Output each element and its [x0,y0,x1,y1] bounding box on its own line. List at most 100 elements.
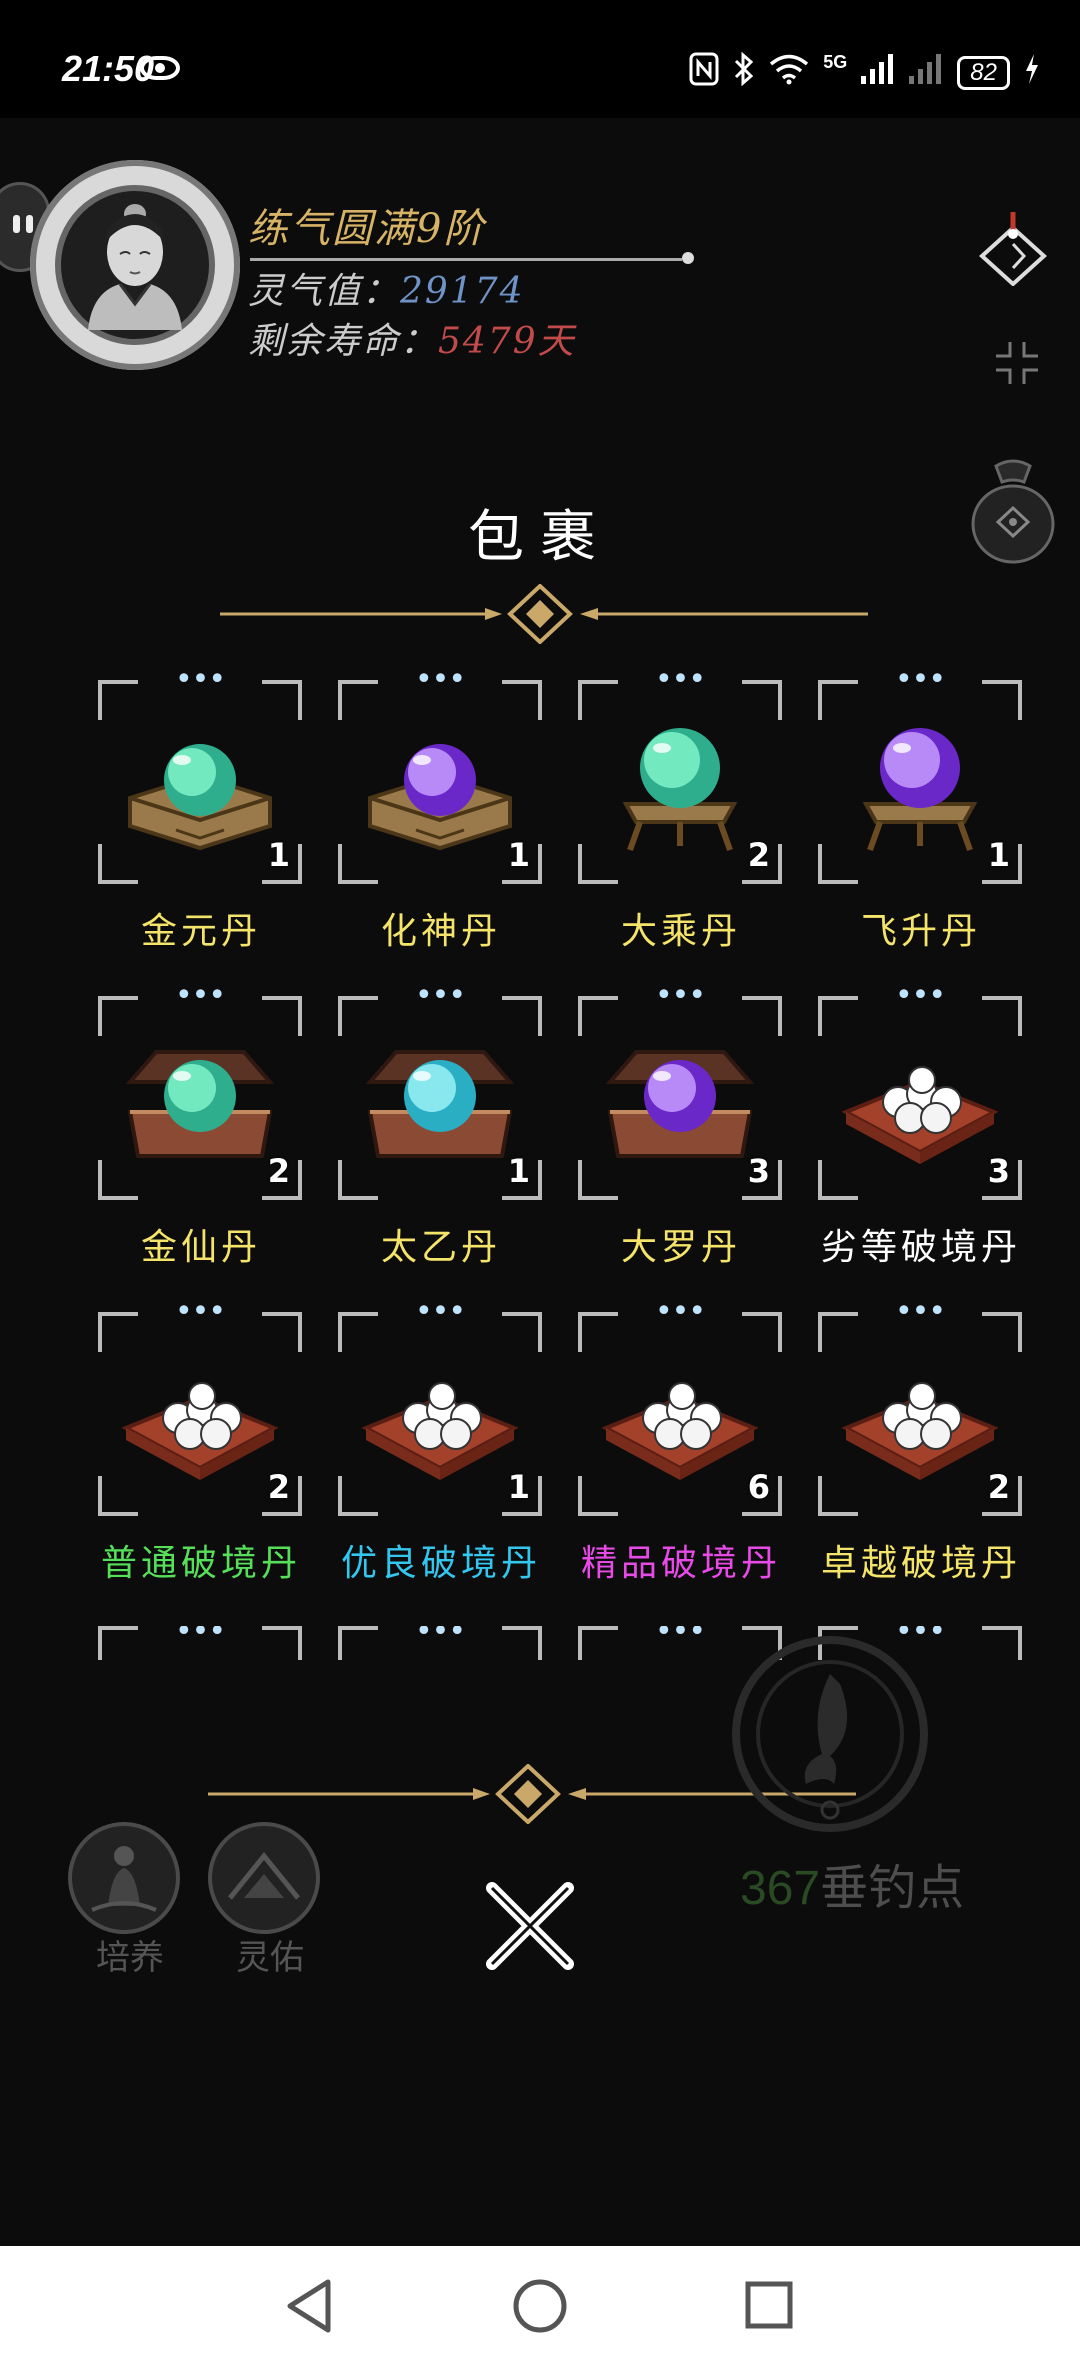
more-options-icon[interactable]: ••• [578,1297,782,1327]
status-icons: 5G 82 [689,51,1040,93]
inventory-slot[interactable]: ••• 1 [338,665,542,884]
home-icon[interactable] [512,2278,568,2334]
pills-cushion-icon [116,1338,284,1488]
inventory-slot[interactable]: ••• 2 [578,665,782,884]
item-name: 普通破境丹 [100,1543,301,1584]
more-options-icon[interactable]: ••• [578,981,782,1011]
item-count: 3 [987,1152,1010,1190]
item-name: 金仙丹 [140,1227,261,1268]
lifespan-value: 5479天 [438,321,576,362]
bluetooth-icon [733,51,755,93]
purple-orb-chest-icon [596,1022,764,1172]
inventory-slot[interactable]: ••• 1 [818,665,1022,884]
inventory-slot[interactable]: ••• 1 [338,981,542,1200]
item-name: 太乙丹 [380,1227,501,1268]
more-options-icon[interactable]: ••• [338,1626,542,1647]
item-count: 1 [507,1468,530,1506]
realm-progress-line [250,258,682,261]
diamond-menu-icon[interactable] [978,210,1048,290]
lifespan-label: 剩余寿命： [248,321,439,362]
item-name: 卓越破境丹 [820,1543,1021,1584]
item-count: 2 [987,1468,1010,1506]
item-name: 飞升丹 [860,911,981,952]
collapse-icon[interactable] [992,338,1042,392]
inventory-slot[interactable]: ••• 1 [98,665,302,884]
blessing-button[interactable] [208,1822,320,1934]
more-options-icon[interactable]: ••• [818,981,1022,1011]
blessing-label: 灵佑 [236,1938,304,1978]
item-count: 3 [747,1152,770,1190]
system-nav-bar [0,2246,1080,2363]
cyan-orb-chest-icon [356,1022,524,1172]
more-options-icon[interactable]: ••• [338,1297,542,1327]
fishing-points-label: 垂钓点 [820,1862,965,1915]
network-label: 5G [823,52,848,72]
spirit-value: 29174 [400,271,525,312]
cultivator-portrait-icon [88,204,182,330]
recents-icon[interactable] [744,2280,794,2330]
item-count: 2 [267,1152,290,1190]
green-orb-stand-icon [596,706,764,856]
inventory-slot[interactable]: ••• 2 [98,1297,302,1516]
signal-icon [861,54,895,91]
player-avatar[interactable] [30,160,240,370]
item-name: 优良破境丹 [340,1543,541,1584]
battery-level: 82 [957,55,1010,90]
cultivate-label: 培养 [96,1938,164,1978]
inventory-slot[interactable]: ••• 6 [578,1297,782,1516]
avatar-frame [55,185,215,345]
purple-orb-box-icon [356,706,524,856]
more-options-icon[interactable]: ••• [338,665,542,695]
eye-icon [140,56,180,80]
green-orb-box-icon [116,706,284,856]
item-count: 1 [507,1152,530,1190]
pills-cushion-icon [356,1338,524,1488]
item-name: 精品破境丹 [580,1543,781,1584]
pills-cushion-icon [836,1022,1004,1172]
close-button[interactable] [480,1876,580,1976]
inventory-slot-partial[interactable]: ••• [338,1626,542,1660]
more-options-icon[interactable]: ••• [98,1626,302,1647]
more-options-icon[interactable]: ••• [98,981,302,1011]
top-ornament-divider [220,584,868,644]
more-options-icon[interactable]: ••• [578,665,782,695]
meditating-figure-icon [91,1846,157,1912]
fishing-points: 367垂钓点 [740,1848,964,1918]
realm-progress-marker [682,252,694,264]
spirit-label: 灵气值： [248,271,401,312]
item-name: 金元丹 [140,911,261,952]
inventory-slot-partial[interactable]: ••• [98,1626,302,1660]
fishing-button[interactable] [730,1634,930,1834]
item-count: 1 [987,836,1010,874]
more-options-icon[interactable]: ••• [818,665,1022,695]
green-orb-chest-icon [116,1022,284,1172]
inventory-slot[interactable]: ••• 1 [338,1297,542,1516]
more-options-icon[interactable]: ••• [98,1297,302,1327]
inventory-slot[interactable]: ••• 2 [818,1297,1022,1516]
realm-title: 练气圆满9阶 [248,206,486,252]
more-options-icon[interactable]: ••• [818,1297,1022,1327]
fishing-points-value: 367 [740,1862,821,1915]
more-options-icon[interactable]: ••• [338,981,542,1011]
lifespan-row: 剩余寿命：5479天 [248,312,576,364]
inventory-slot[interactable]: ••• 3 [578,981,782,1200]
item-count: 1 [267,836,290,874]
close-icon [486,1882,574,1970]
nfc-icon [689,52,719,93]
item-count: 6 [747,1468,770,1506]
inventory-title: 包裹 [468,505,612,570]
inventory-slot[interactable]: ••• 3 [818,981,1022,1200]
inventory-slot[interactable]: ••• 2 [98,981,302,1200]
back-icon[interactable] [284,2278,334,2334]
item-count: 1 [507,836,530,874]
spirit-row: 灵气值：29174 [248,262,525,314]
status-bar: 21:50 5G 82 [0,0,1080,118]
more-options-icon[interactable]: ••• [98,665,302,695]
item-name: 大乘丹 [620,911,741,952]
purple-orb-stand-icon [836,706,1004,856]
item-count: 2 [267,1468,290,1506]
mountain-icon [228,1852,300,1900]
pills-cushion-icon [596,1338,764,1488]
cultivate-button[interactable] [68,1822,180,1934]
wifi-icon [769,53,809,92]
